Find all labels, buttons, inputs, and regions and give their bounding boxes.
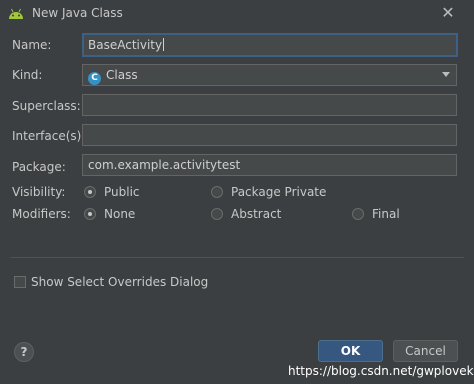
name-label: Name: xyxy=(12,38,52,52)
kind-select[interactable]: C Class xyxy=(82,64,457,86)
interfaces-label: Interface(s): xyxy=(12,129,86,143)
radio-unselected-icon xyxy=(211,208,223,220)
visibility-label: Visibility: xyxy=(12,185,66,199)
visibility-public-radio[interactable]: Public xyxy=(84,185,140,199)
help-button[interactable]: ? xyxy=(14,342,34,362)
close-icon[interactable]: ✕ xyxy=(437,2,459,24)
superclass-label: Superclass: xyxy=(12,99,81,113)
cancel-button[interactable]: Cancel xyxy=(393,340,458,362)
title-bar: New Java Class ✕ xyxy=(0,0,474,26)
radio-selected-icon xyxy=(84,208,96,220)
modifier-final-radio[interactable]: Final xyxy=(352,207,400,221)
modifier-none-label: None xyxy=(104,207,136,221)
visibility-package-private-label: Package Private xyxy=(231,185,327,199)
checkbox-icon xyxy=(14,276,26,288)
android-icon xyxy=(9,8,23,19)
kind-value: Class xyxy=(106,68,138,82)
modifier-abstract-label: Abstract xyxy=(231,207,282,221)
interfaces-field[interactable] xyxy=(82,124,457,146)
superclass-field[interactable] xyxy=(82,94,457,116)
text-caret xyxy=(163,38,165,51)
kind-label: Kind: xyxy=(12,68,43,82)
modifier-abstract-radio[interactable]: Abstract xyxy=(211,207,281,221)
visibility-package-private-radio[interactable]: Package Private xyxy=(211,185,326,199)
watermark: https://blog.csdn.net/gwplovekimi xyxy=(288,364,474,378)
ok-button[interactable]: OK xyxy=(318,340,383,362)
class-icon: C xyxy=(88,72,101,85)
show-overrides-checkbox[interactable]: Show Select Overrides Dialog xyxy=(14,275,208,289)
chevron-down-icon xyxy=(442,72,450,77)
modifier-none-radio[interactable]: None xyxy=(84,207,135,221)
radio-unselected-icon xyxy=(211,186,223,198)
name-value: BaseActivity xyxy=(88,38,163,52)
radio-selected-icon xyxy=(84,186,96,198)
divider xyxy=(10,257,464,258)
show-overrides-label: Show Select Overrides Dialog xyxy=(31,275,209,289)
modifier-final-label: Final xyxy=(372,207,400,221)
radio-unselected-icon xyxy=(352,208,364,220)
package-label: Package: xyxy=(12,160,66,174)
name-field[interactable]: BaseActivity xyxy=(82,33,458,57)
modifiers-label: Modifiers: xyxy=(12,207,71,221)
window-title: New Java Class xyxy=(32,6,123,20)
visibility-public-label: Public xyxy=(104,185,140,199)
package-field[interactable]: com.example.activitytest xyxy=(82,154,457,176)
